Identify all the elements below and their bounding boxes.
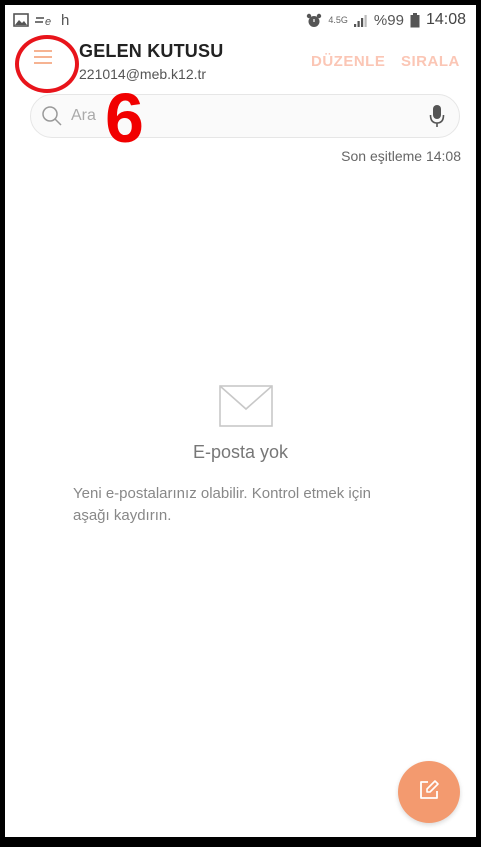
status-bar: e h 4.5G %99 14:08 (5, 5, 476, 35)
search-icon (41, 105, 63, 127)
screen: e h 4.5G %99 14:08 GELEN KUTUSU 221014@m… (0, 0, 481, 847)
sort-button[interactable]: SIRALA (401, 53, 460, 70)
search-bar (30, 94, 460, 138)
status-left-text: h (61, 11, 70, 29)
empty-state-description: Yeni e-postalarınız olabilir. Kontrol et… (73, 485, 371, 524)
battery-percent: %99 (373, 11, 404, 29)
alarm-icon (306, 13, 322, 28)
account-email: 221014@meb.k12.tr (79, 66, 207, 82)
compose-button[interactable] (398, 761, 460, 823)
last-sync-text: Son eşitleme 14:08 (341, 148, 461, 164)
gallery-notification-icon (13, 13, 29, 27)
status-time: 14:08 (425, 11, 466, 28)
signal-icon (353, 14, 368, 27)
title-block: GELEN KUTUSU 221014@meb.k12.tr (79, 41, 223, 82)
page-title: GELEN KUTUSU (79, 41, 224, 61)
empty-state-title: E-posta yok (192, 442, 289, 462)
svg-text:e: e (45, 16, 51, 26)
compose-icon (417, 778, 441, 807)
microphone-icon[interactable] (429, 104, 445, 128)
annotation-number: 6 (105, 79, 144, 157)
network-type-label: 4.5G (328, 14, 348, 25)
hamburger-menu-icon (34, 49, 52, 70)
status-right: 4.5G %99 14:08 (306, 11, 466, 29)
status-left: e h (13, 12, 69, 29)
envelope-icon (219, 385, 273, 432)
header: GELEN KUTUSU 221014@meb.k12.tr DÜZENLE S… (5, 35, 476, 95)
edit-button[interactable]: DÜZENLE (311, 53, 385, 70)
battery-icon (410, 12, 420, 28)
browser-notification-icon: e (35, 14, 55, 26)
menu-button[interactable] (22, 38, 64, 80)
